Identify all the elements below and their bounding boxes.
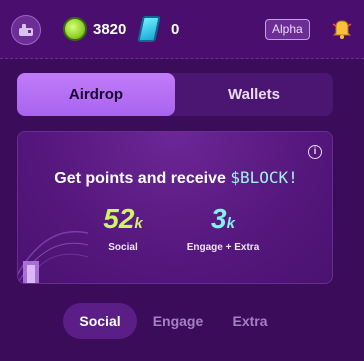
notification-bell-icon[interactable] [331,18,353,40]
main-tabs: Airdrop Wallets [17,73,333,116]
points-coin-icon [63,17,87,41]
tab-airdrop[interactable]: Airdrop [17,73,175,116]
ticket-icon [137,16,161,42]
social-stat-value: 52 [103,203,135,234]
tickets-value: 0 [171,21,180,38]
subtab-social[interactable]: Social [63,303,137,339]
engage-stat-unit: k [226,215,235,232]
decorative-ring-graphic [18,230,88,283]
token-name: $BLOCK! [230,168,298,187]
social-stat: 52k Social [98,204,148,254]
card-headline: Get points and receive $BLOCK! [18,168,332,188]
alpha-badge: Alpha [265,19,310,40]
engage-stat-value-row: 3k [173,204,273,239]
airdrop-card: i Get points and receive $BLOCK! 52k Soc… [17,131,333,284]
subtab-extra[interactable]: Extra [229,303,271,339]
social-stat-unit: k [134,215,143,232]
social-stat-value-row: 52k [98,204,148,239]
engage-extra-stat: 3k Engage + Extra [173,204,273,254]
tab-wallets[interactable]: Wallets [175,73,333,116]
engage-stat-value: 3 [211,203,227,234]
points-value: 3820 [93,21,127,38]
social-stat-label: Social [108,242,138,253]
info-icon[interactable]: i [308,145,322,159]
menu-button[interactable] [11,15,41,45]
headline-text: Get points and receive [54,170,226,187]
subtab-engage[interactable]: Engage [147,303,209,339]
engage-stat-label: Engage + Extra [186,242,260,253]
profile-menu-icon [19,24,33,36]
top-bar: 3820 0 Alpha [0,0,364,59]
